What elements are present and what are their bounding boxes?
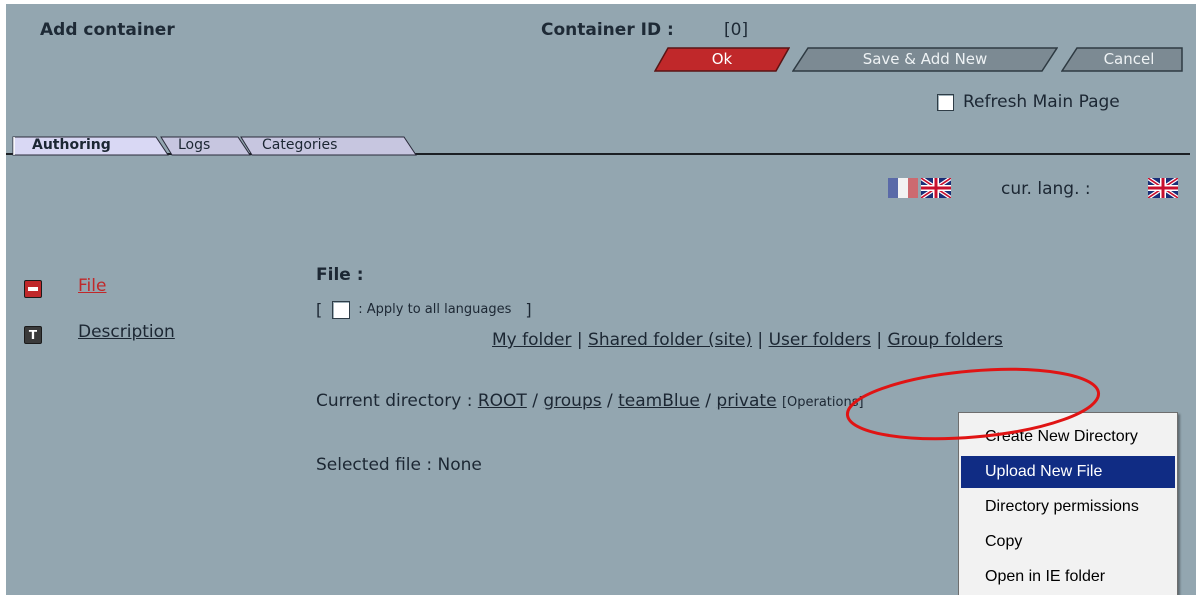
cancel-button-label: Cancel bbox=[1103, 50, 1155, 68]
apply-open-bracket: [ bbox=[316, 300, 323, 319]
french-flag-icon[interactable] bbox=[888, 178, 918, 198]
crumb-teamblue[interactable]: teamBlue bbox=[618, 391, 700, 411]
refresh-label: Refresh Main Page bbox=[963, 92, 1120, 112]
crumb-separator: / bbox=[705, 391, 712, 411]
selected-file-value: None bbox=[437, 455, 482, 475]
crumb-private[interactable]: private bbox=[716, 391, 776, 411]
menu-item-copy[interactable]: Copy bbox=[961, 526, 1175, 558]
crumb-groups[interactable]: groups bbox=[543, 391, 601, 411]
user-folders-link[interactable]: User folders bbox=[769, 330, 871, 350]
crumb-separator: / bbox=[532, 391, 538, 411]
tab-logs-label: Logs bbox=[178, 137, 211, 153]
menu-item-upload-file[interactable]: Upload New File bbox=[961, 456, 1175, 488]
folder-links: My folder | Shared folder (site) | User … bbox=[492, 330, 1003, 350]
apply-to-all-checkbox[interactable] bbox=[332, 300, 351, 319]
apply-to-all-label: : Apply to all languages bbox=[358, 302, 512, 317]
container-id-value: [0] bbox=[724, 20, 749, 40]
folder-separator: | bbox=[757, 330, 764, 350]
apply-to-all-languages[interactable]: [ : Apply to all languages ] bbox=[316, 300, 532, 319]
tab-authoring[interactable]: Authoring bbox=[12, 134, 172, 156]
current-directory-label: Current directory : bbox=[316, 391, 473, 411]
refresh-checkbox[interactable] bbox=[937, 93, 954, 111]
selected-file-label: Selected file : bbox=[316, 455, 433, 475]
crumb-separator: / bbox=[607, 391, 613, 411]
sidebar-item-file[interactable]: File bbox=[78, 276, 106, 296]
ok-button-label: Ok bbox=[711, 50, 733, 68]
ok-button[interactable]: Ok bbox=[654, 47, 790, 72]
folder-separator: | bbox=[576, 330, 583, 350]
uk-flag-icon[interactable] bbox=[919, 176, 953, 200]
apply-close-bracket: ] bbox=[525, 300, 532, 319]
page-title: Add container bbox=[40, 20, 175, 40]
group-folders-link[interactable]: Group folders bbox=[887, 330, 1002, 350]
current-directory: Current directory : ROOT / groups / team… bbox=[316, 391, 864, 411]
save-add-new-button[interactable]: Save & Add New bbox=[792, 47, 1058, 72]
folder-separator: | bbox=[876, 330, 883, 350]
save-add-new-label: Save & Add New bbox=[862, 50, 988, 68]
file-field-icon bbox=[24, 280, 42, 298]
cancel-button[interactable]: Cancel bbox=[1061, 47, 1183, 72]
current-language-label: cur. lang. : bbox=[1001, 179, 1091, 199]
file-field-label: File : bbox=[316, 265, 364, 285]
shared-folder-link[interactable]: Shared folder (site) bbox=[588, 330, 752, 350]
selected-file: Selected file : None bbox=[316, 455, 482, 475]
tab-categories-label: Categories bbox=[262, 137, 338, 153]
container-id-label: Container ID : bbox=[541, 20, 674, 40]
text-field-icon-glyph: T bbox=[28, 328, 38, 342]
my-folder-link[interactable]: My folder bbox=[492, 330, 571, 350]
tab-categories[interactable]: Categories bbox=[238, 134, 418, 156]
container-edit-panel: Add container Container ID : [0] Ok Save… bbox=[6, 4, 1196, 595]
refresh-main-page-option[interactable]: Refresh Main Page bbox=[937, 92, 1120, 112]
menu-item-directory-permissions[interactable]: Directory permissions bbox=[961, 491, 1175, 523]
menu-item-open-ie-folder[interactable]: Open in IE folder bbox=[961, 561, 1175, 593]
text-field-icon: T bbox=[24, 326, 42, 344]
operations-link[interactable]: [Operations] bbox=[782, 395, 864, 410]
operations-context-menu: Create New Directory Upload New File Dir… bbox=[958, 412, 1178, 595]
current-language-flag-icon bbox=[1146, 176, 1180, 200]
tab-authoring-label: Authoring bbox=[32, 137, 111, 153]
crumb-root[interactable]: ROOT bbox=[478, 391, 527, 411]
menu-item-create-directory[interactable]: Create New Directory bbox=[961, 421, 1175, 453]
sidebar-item-description[interactable]: Description bbox=[78, 322, 175, 342]
